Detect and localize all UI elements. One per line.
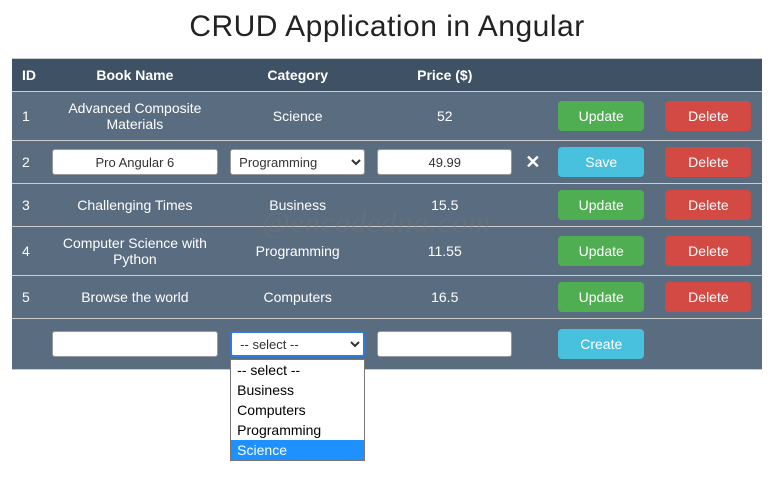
save-button[interactable]: Save xyxy=(558,147,644,177)
update-button[interactable]: Update xyxy=(558,101,644,131)
cell-id: 3 xyxy=(12,184,46,226)
books-table: ID Book Name Category Price ($) 1 Advanc… xyxy=(12,58,762,370)
edit-name-input[interactable] xyxy=(52,149,219,175)
dropdown-option[interactable]: Programming xyxy=(231,420,364,440)
dropdown-option-selected[interactable]: Science xyxy=(231,440,364,460)
update-button[interactable]: Update xyxy=(558,282,644,312)
edit-category-select[interactable]: Programming xyxy=(230,149,365,175)
table-row: 1 Advanced Composite Materials Science 5… xyxy=(12,92,762,140)
header-id: ID xyxy=(12,59,46,91)
cell-name: Browse the world xyxy=(46,276,225,318)
cell-price: 52 xyxy=(371,92,518,140)
delete-button[interactable]: Delete xyxy=(665,190,751,220)
cell-id: 4 xyxy=(12,227,46,275)
cancel-edit-icon[interactable]: ✕ xyxy=(525,152,540,173)
cell-id: 2 xyxy=(12,141,46,183)
header-name: Book Name xyxy=(46,59,225,91)
dropdown-option[interactable]: Business xyxy=(231,380,364,400)
delete-button[interactable]: Delete xyxy=(665,282,751,312)
header-price: Price ($) xyxy=(371,59,518,91)
dropdown-option[interactable]: -- select -- xyxy=(231,360,364,380)
delete-button[interactable]: Delete xyxy=(665,101,751,131)
cell-category: Business xyxy=(224,184,371,226)
page-title: CRUD Application in Angular xyxy=(12,10,762,44)
delete-button[interactable]: Delete xyxy=(665,236,751,266)
cell-id: 5 xyxy=(12,276,46,318)
cell-name: Advanced Composite Materials xyxy=(46,92,225,140)
header-row: ID Book Name Category Price ($) xyxy=(12,59,762,91)
cell-name: Computer Science with Python xyxy=(46,227,225,275)
create-button[interactable]: Create xyxy=(558,329,644,359)
cell-category: Computers xyxy=(224,276,371,318)
cell-price: 15.5 xyxy=(371,184,518,226)
new-entry-row: -- select -- -- select -- Business Compu… xyxy=(12,319,762,369)
table-row: 5 Browse the world Computers 16.5 Update… xyxy=(12,276,762,318)
cell-id: 1 xyxy=(12,92,46,140)
table-row-edit: 2 Programming ✕ Save Delete xyxy=(12,141,762,183)
cell-price: 16.5 xyxy=(371,276,518,318)
new-price-input[interactable] xyxy=(377,331,512,357)
new-category-select[interactable]: -- select -- xyxy=(230,331,365,357)
cell-price: 11.55 xyxy=(371,227,518,275)
update-button[interactable]: Update xyxy=(558,190,644,220)
edit-price-input[interactable] xyxy=(377,149,512,175)
table-row: 3 Challenging Times Business 15.5 Update… xyxy=(12,184,762,226)
header-category: Category xyxy=(224,59,371,91)
cell-category: Programming xyxy=(224,227,371,275)
update-button[interactable]: Update xyxy=(558,236,644,266)
delete-button[interactable]: Delete xyxy=(665,147,751,177)
cell-category: Science xyxy=(224,92,371,140)
category-dropdown-list: -- select -- Business Computers Programm… xyxy=(230,359,365,461)
new-name-input[interactable] xyxy=(52,331,219,357)
table-row: 4 Computer Science with Python Programmi… xyxy=(12,227,762,275)
dropdown-option[interactable]: Computers xyxy=(231,400,364,420)
cell-name: Challenging Times xyxy=(46,184,225,226)
